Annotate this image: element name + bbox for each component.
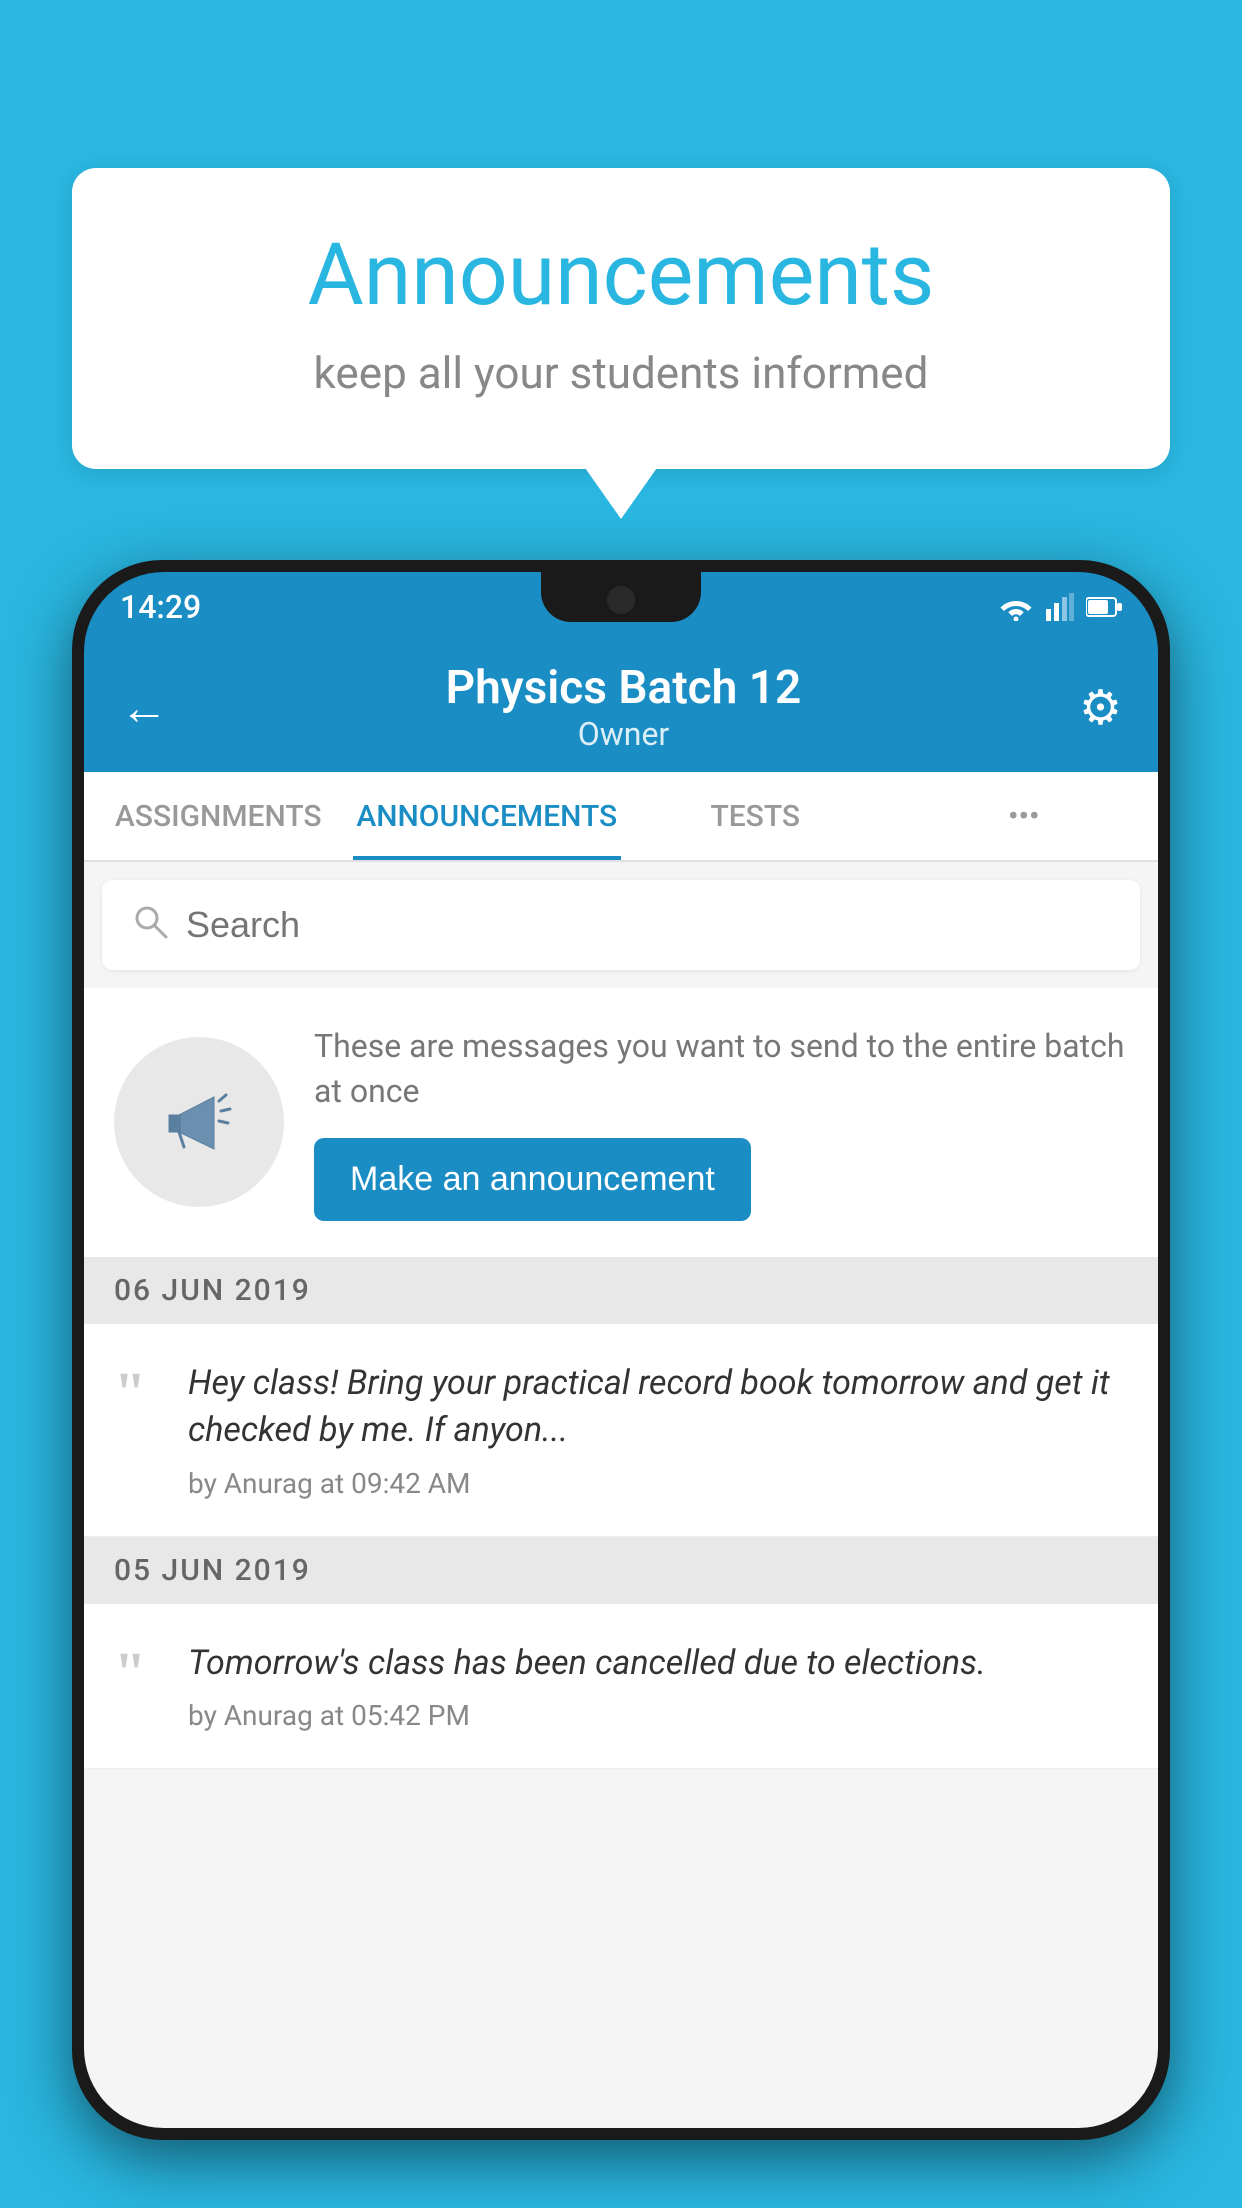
search-input[interactable] [186, 904, 1110, 946]
make-announcement-button[interactable]: Make an announcement [314, 1138, 751, 1221]
phone-wrapper: 14:29 [72, 560, 1170, 2208]
speech-bubble-container: Announcements keep all your students inf… [72, 168, 1170, 469]
front-camera [607, 586, 635, 614]
announcement-text-2: Tomorrow's class has been cancelled due … [188, 1640, 1128, 1688]
announcements-subtitle: keep all your students informed [152, 347, 1090, 399]
tab-assignments[interactable]: ASSIGNMENTS [84, 772, 353, 860]
promo-right: These are messages you want to send to t… [314, 1024, 1128, 1221]
phone-screen: 14:29 [84, 572, 1158, 2128]
owner-label: Owner [446, 715, 802, 753]
speech-bubble: Announcements keep all your students inf… [72, 168, 1170, 469]
wifi-icon [998, 593, 1034, 621]
phone-mockup: 14:29 [72, 560, 1170, 2140]
settings-icon[interactable]: ⚙ [1079, 679, 1122, 736]
phone-notch [541, 572, 701, 622]
back-button[interactable]: ← [120, 679, 168, 736]
megaphone-icon [154, 1077, 244, 1167]
announcements-title: Announcements [152, 228, 1090, 323]
search-bar[interactable] [102, 880, 1140, 970]
search-icon [132, 901, 168, 950]
announcement-author-2: by Anurag at 05:42 PM [188, 1699, 1128, 1732]
announcement-text-1: Hey class! Bring your practical record b… [188, 1360, 1128, 1455]
promo-description: These are messages you want to send to t… [314, 1024, 1128, 1114]
tab-announcements[interactable]: ANNOUNCEMENTS [353, 772, 622, 860]
status-time: 14:29 [120, 588, 201, 626]
announcement-author-1: by Anurag at 09:42 AM [188, 1467, 1128, 1500]
tab-tests[interactable]: TESTS [621, 772, 890, 860]
signal-icon [1046, 593, 1074, 621]
app-header: ← Physics Batch 12 Owner ⚙ [84, 642, 1158, 772]
announcement-promo: These are messages you want to send to t… [84, 988, 1158, 1257]
tab-more[interactable]: ••• [890, 772, 1159, 860]
batch-title: Physics Batch 12 [446, 661, 802, 715]
announcement-content-1: Hey class! Bring your practical record b… [188, 1360, 1128, 1500]
promo-icon-circle [114, 1037, 284, 1207]
date-separator-2: 05 JUN 2019 [84, 1537, 1158, 1604]
content-area: These are messages you want to send to t… [84, 862, 1158, 2128]
battery-icon [1086, 596, 1122, 618]
quote-icon-2: " [114, 1644, 164, 1733]
tab-bar: ASSIGNMENTS ANNOUNCEMENTS TESTS ••• [84, 772, 1158, 862]
date-separator-1: 06 JUN 2019 [84, 1257, 1158, 1324]
announcement-item-1[interactable]: " Hey class! Bring your practical record… [84, 1324, 1158, 1537]
status-icons [998, 593, 1122, 621]
quote-icon-1: " [114, 1364, 164, 1500]
header-title-block: Physics Batch 12 Owner [446, 661, 802, 753]
announcement-item-2[interactable]: " Tomorrow's class has been cancelled du… [84, 1604, 1158, 1770]
announcement-content-2: Tomorrow's class has been cancelled due … [188, 1640, 1128, 1733]
